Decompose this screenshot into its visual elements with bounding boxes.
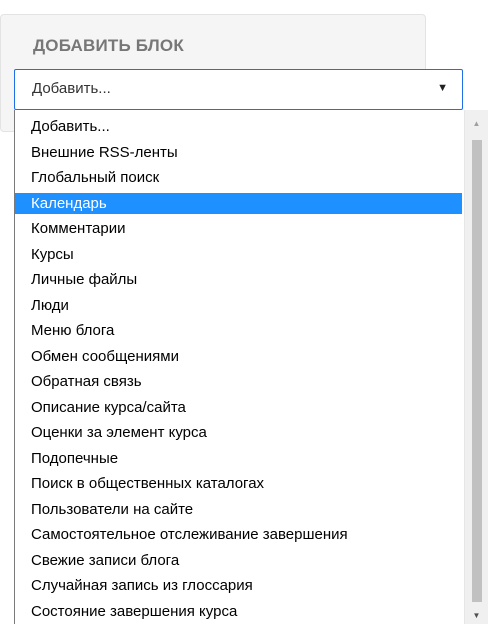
dropdown-option[interactable]: Обратная связь (15, 371, 462, 392)
scroll-down-arrow-icon[interactable]: ▼ (465, 607, 488, 624)
add-block-panel: ДОБАВИТЬ БЛОК Добавить... ▼ Добавить... В… (0, 0, 488, 624)
block-title: ДОБАВИТЬ БЛОК (33, 36, 184, 55)
dropdown-list[interactable]: Добавить... Внешние RSS-ленты Глобальный п… (14, 110, 488, 624)
dropdown-option[interactable]: Состояние завершения курса (15, 601, 462, 622)
select-value: Добавить... (32, 80, 111, 97)
dropdown-option[interactable]: Поиск в общественных каталогах (15, 473, 462, 494)
dropdown-option[interactable]: Глобальный поиск (15, 167, 462, 188)
scroll-thumb[interactable] (472, 140, 482, 602)
chevron-down-icon: ▼ (437, 82, 448, 94)
dropdown-option[interactable]: Самостоятельное отслеживание завершения (15, 524, 462, 545)
scroll-up-arrow-icon[interactable]: ▲ (465, 115, 488, 132)
dropdown-option[interactable]: Описание курса/сайта (15, 397, 462, 418)
dropdown-option[interactable]: Внешние RSS-ленты (15, 142, 462, 163)
dropdown-option[interactable]: Личные файлы (15, 269, 462, 290)
dropdown-option[interactable]: Комментарии (15, 218, 462, 239)
dropdown-option[interactable]: Пользователи на сайте (15, 499, 462, 520)
dropdown-option[interactable]: Обмен сообщениями (15, 346, 462, 367)
dropdown-option[interactable]: Подопечные (15, 448, 462, 469)
dropdown-option[interactable]: Оценки за элемент курса (15, 422, 462, 443)
add-block-select[interactable]: Добавить... ▼ (14, 69, 463, 110)
scrollbar[interactable]: ▲ ▼ (464, 110, 488, 624)
dropdown-option[interactable]: Случайная запись из глоссария (15, 575, 462, 596)
dropdown-option[interactable]: Свежие записи блога (15, 550, 462, 571)
dropdown-option[interactable]: Календарь (15, 192, 462, 214)
dropdown-option[interactable]: Добавить... (15, 116, 462, 137)
dropdown-option[interactable]: Люди (15, 295, 462, 316)
dropdown-option[interactable]: Меню блога (15, 320, 462, 341)
dropdown-option[interactable]: Курсы (15, 244, 462, 265)
